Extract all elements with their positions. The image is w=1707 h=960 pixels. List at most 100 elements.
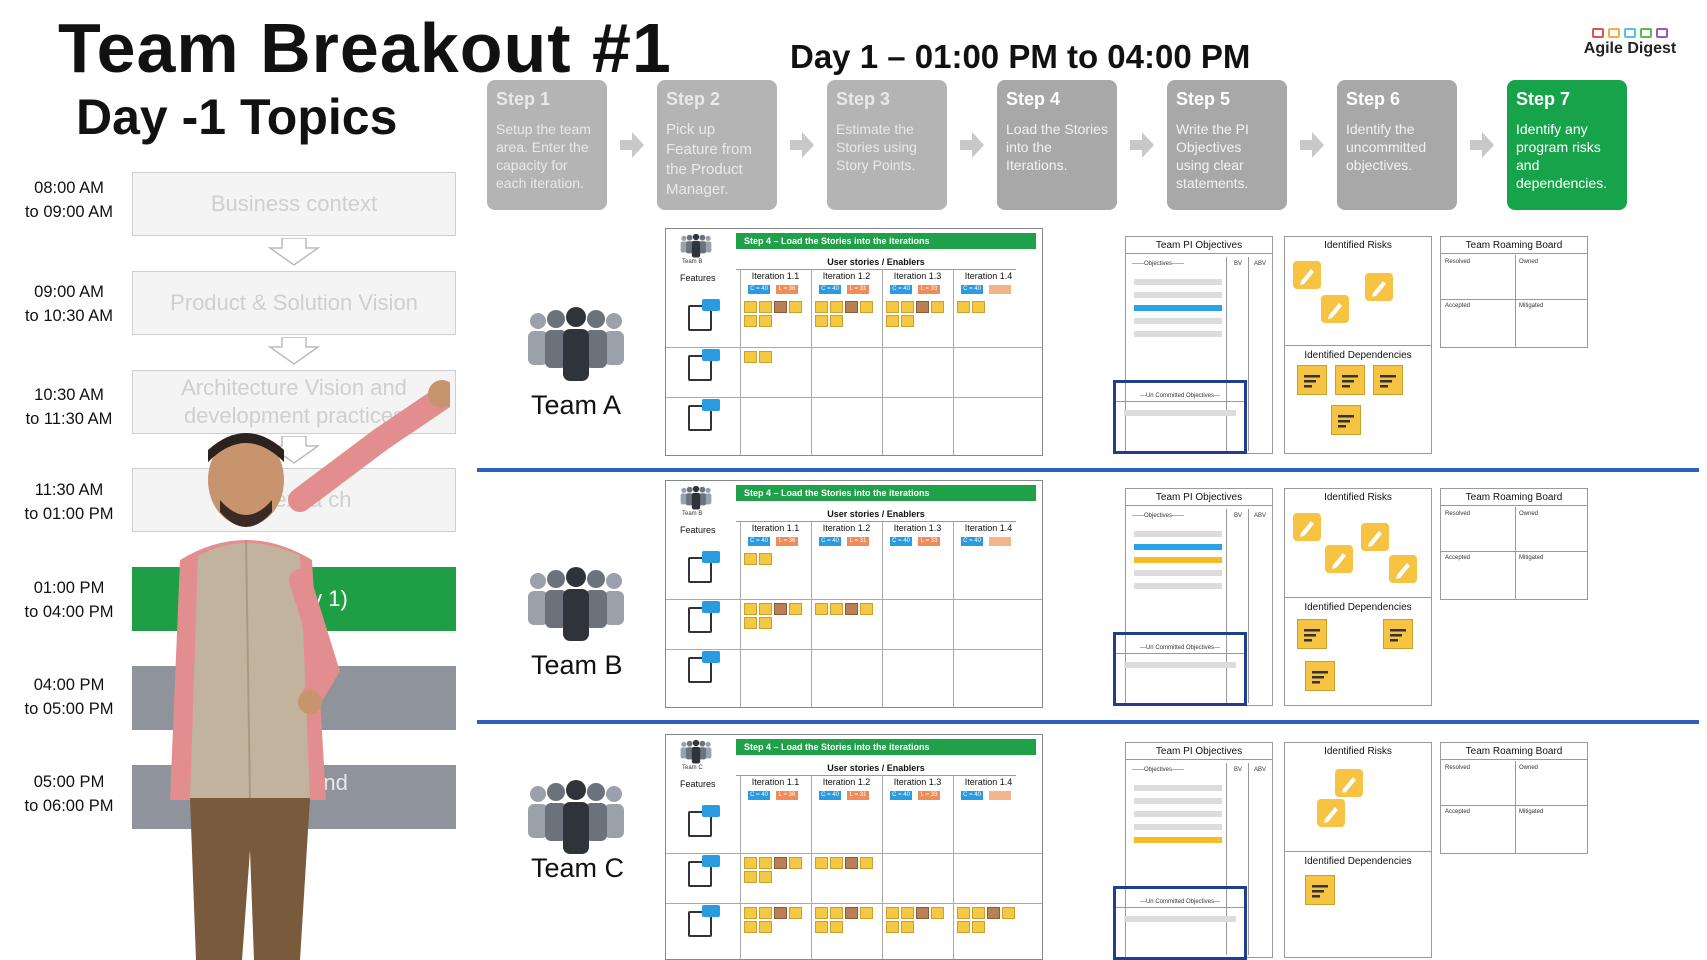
story-sticky-note <box>744 857 757 869</box>
step-card: Step 2 Pick up Feature from the Product M… <box>657 80 777 210</box>
risk-pencil-icon <box>1389 555 1417 583</box>
story-sticky-note <box>774 907 787 919</box>
panel-divider <box>1285 597 1431 598</box>
quadrant-line <box>1441 805 1587 806</box>
agenda-topic: Business context <box>132 172 456 236</box>
session-time: Day 1 – 01:00 PM to 04:00 PM <box>790 38 1251 75</box>
team-name: Team A <box>531 390 622 420</box>
story-sticky-note <box>815 315 828 327</box>
team-group-icon <box>526 305 626 385</box>
story-sticky-note <box>815 921 828 933</box>
story-sticky-note <box>886 921 899 933</box>
abv-column-line <box>1248 763 1249 955</box>
roam-owned: Owned <box>1519 259 1539 265</box>
step-body: Identify the uncommitted objectives. <box>1346 121 1427 173</box>
uncommitted-label: ---Un Committed Objectives--- <box>1116 383 1244 402</box>
risk-pencil-icon <box>1335 769 1363 797</box>
objective-line <box>1134 811 1222 817</box>
story-sticky-note <box>774 857 787 869</box>
down-arrow-icon <box>268 238 320 266</box>
quadrant-line <box>1441 551 1587 552</box>
story-sticky-note <box>931 301 944 313</box>
team-name: Team C <box>531 853 625 883</box>
risk-pencil-icon <box>1361 523 1389 551</box>
story-sticky-note <box>830 301 843 313</box>
objectives-header: ------Objectives------ <box>1132 767 1184 773</box>
roam-owned: Owned <box>1519 765 1539 771</box>
story-sticky-note <box>957 907 970 919</box>
roaming-board-panel: Team Roaming Board Resolved Owned Accept… <box>1440 742 1588 854</box>
risk-pencil-icon <box>1325 545 1353 573</box>
story-sticky-note <box>901 315 914 327</box>
dependency-note-icon <box>1297 619 1327 649</box>
capacity-chip: C = 40 <box>961 791 983 800</box>
step-card: Step 6 Identify the uncommitted objective… <box>1337 80 1457 210</box>
story-sticky-note <box>886 907 899 919</box>
agenda-time: 05:00 PM to 06:00 PM <box>24 773 114 815</box>
step-title: Step 6 <box>1346 89 1401 109</box>
iteration-column <box>953 521 1024 707</box>
load-chip <box>989 285 1011 294</box>
risk-pencil-icon <box>1293 261 1321 289</box>
dependency-note-icon <box>1383 619 1413 649</box>
story-sticky-note <box>830 315 843 327</box>
objectives-header: ------Objectives------ <box>1132 513 1184 519</box>
roam-mitigated: Mitigated <box>1519 555 1544 561</box>
step-body: Pick up Feature from the Product Manager… <box>666 121 752 198</box>
story-sticky-note <box>830 857 843 869</box>
board-header: Step 4 – Load the Stories into the itera… <box>736 739 1036 755</box>
story-sticky-note <box>744 603 757 615</box>
roaming-board-panel: Team Roaming Board Resolved Owned Accept… <box>1440 488 1588 600</box>
objective-line <box>1134 279 1222 285</box>
step-title: Step 2 <box>666 89 721 109</box>
quadrant-line <box>1515 255 1516 347</box>
presenter-figure <box>170 380 450 960</box>
story-sticky-note <box>759 301 772 313</box>
story-sticky-note <box>830 921 843 933</box>
board-header: Step 4 – Load the Stories into the itera… <box>736 233 1036 249</box>
agenda-time: 10:30 AM to 11:30 AM <box>25 386 113 428</box>
story-sticky-note <box>744 871 757 883</box>
user-stories-label: User stories / Enablers <box>736 761 1016 776</box>
objective-line <box>1134 837 1222 843</box>
load-chip: L = 31 <box>847 285 869 294</box>
story-sticky-note <box>916 907 929 919</box>
capacity-chip: C = 40 <box>961 537 983 546</box>
uncommitted-objectives-box: ---Un Committed Objectives--- <box>1113 886 1247 960</box>
story-sticky-note <box>744 617 757 629</box>
story-sticky-note <box>972 907 985 919</box>
program-board: Team B Step 4 – Load the Stories into the… <box>665 480 1043 708</box>
dependency-note-icon <box>1297 365 1327 395</box>
dependencies-title: Identified Dependencies <box>1304 602 1412 613</box>
story-sticky-note <box>774 301 787 313</box>
story-sticky-note <box>744 921 757 933</box>
risks-title: Identified Risks <box>1324 240 1392 251</box>
story-sticky-note <box>744 315 757 327</box>
roam-resolved: Resolved <box>1445 259 1471 265</box>
load-chip: L = 36 <box>776 537 798 546</box>
story-sticky-note <box>759 921 772 933</box>
story-sticky-note <box>759 871 772 883</box>
iteration-label: Iteration 1.4 <box>964 523 1013 533</box>
step-card: Step 3 Estimate the Stories using Story P… <box>827 80 947 210</box>
right-arrow-icon <box>1130 132 1154 158</box>
story-sticky-note <box>931 907 944 919</box>
roaming-board-title: Team Roaming Board <box>1441 489 1587 506</box>
board-team-label: Team B <box>682 511 703 517</box>
iteration-label: Iteration 1.2 <box>822 523 871 533</box>
row-divider <box>477 468 1699 472</box>
story-sticky-note <box>916 301 929 313</box>
logo-mark-icon <box>1578 28 1682 38</box>
story-sticky-note <box>1002 907 1015 919</box>
step-body: Identify any program risks and dependenc… <box>1516 121 1608 191</box>
roaming-board-panel: Team Roaming Board Resolved Owned Accept… <box>1440 236 1588 348</box>
iteration-label: Iteration 1.4 <box>964 271 1013 281</box>
iteration-column <box>882 521 953 707</box>
story-sticky-note <box>815 301 828 313</box>
iteration-column <box>953 269 1024 455</box>
story-sticky-note <box>759 603 772 615</box>
risk-pencil-icon <box>1317 799 1345 827</box>
features-label: Features <box>680 273 716 283</box>
iteration-label: Iteration 1.2 <box>822 271 871 281</box>
abv-column-line <box>1248 257 1249 451</box>
